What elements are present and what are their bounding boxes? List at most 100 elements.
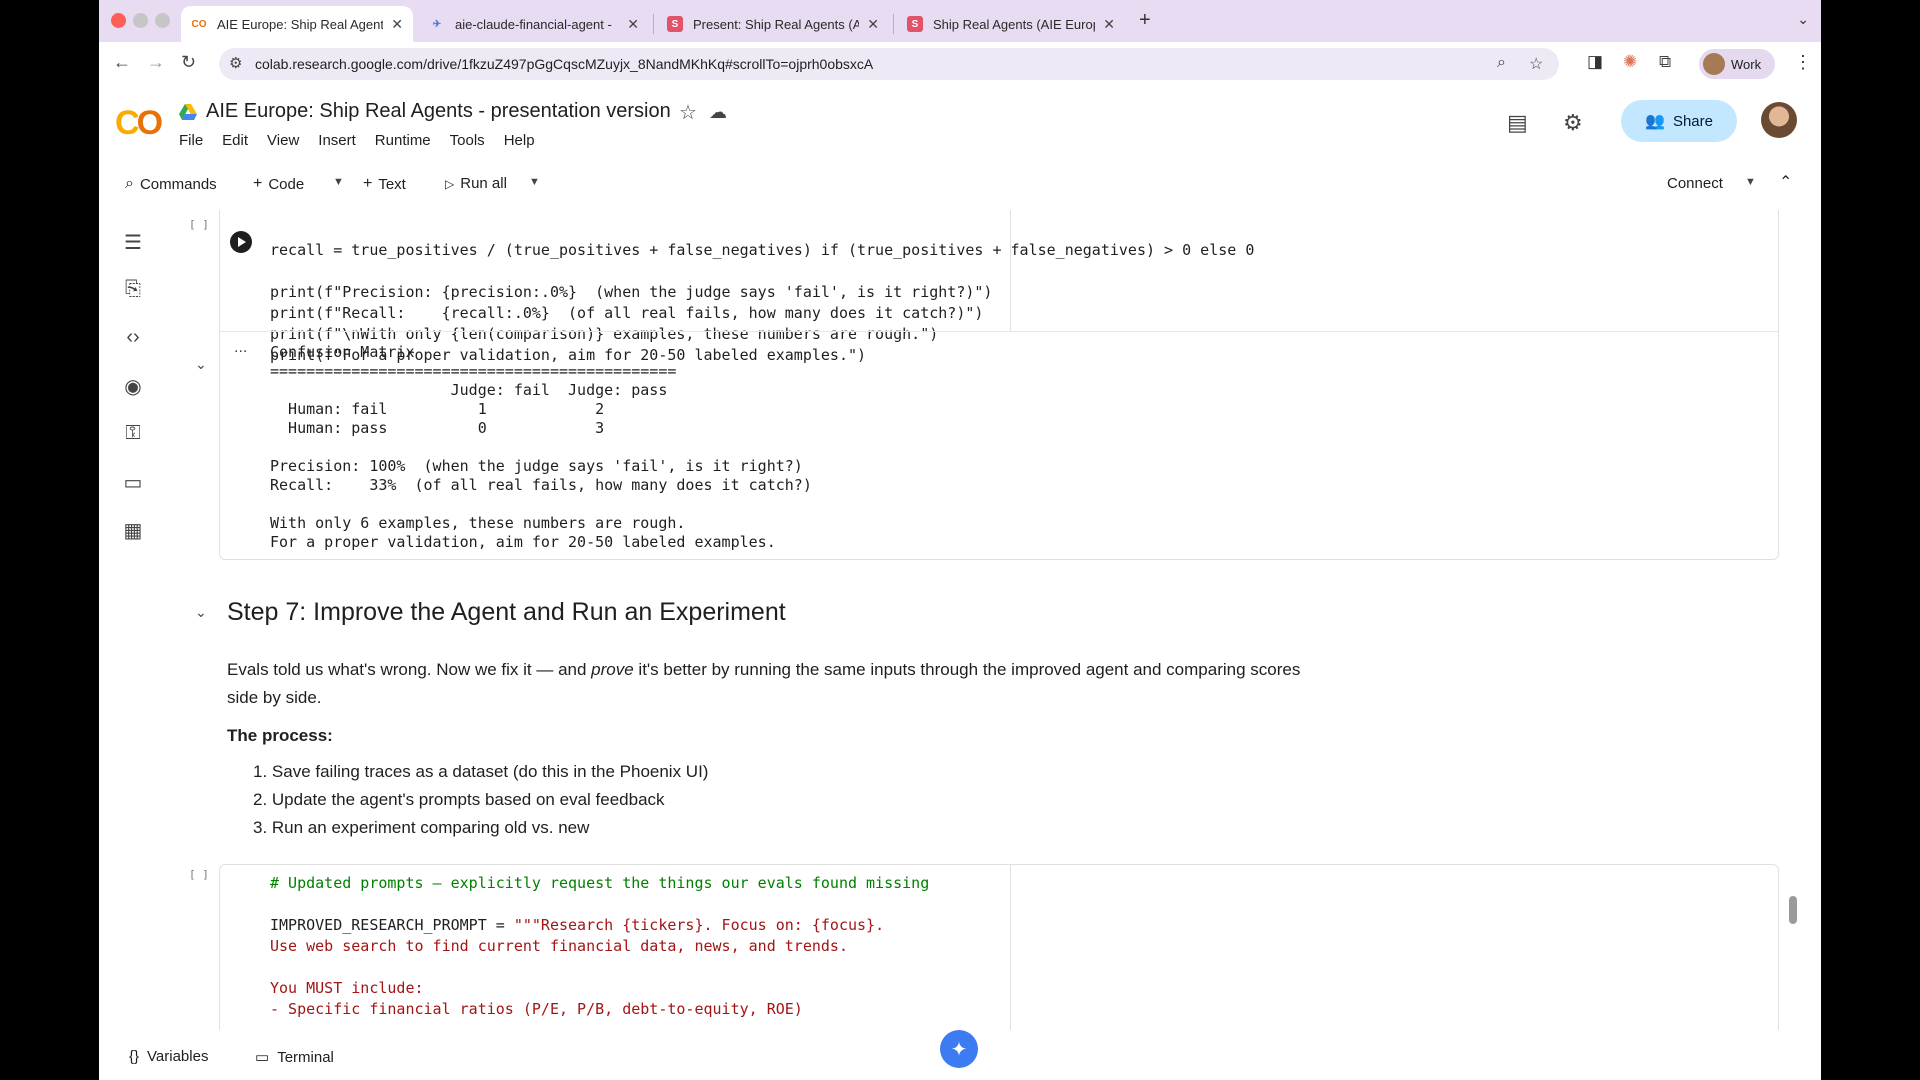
- account-avatar[interactable]: [1761, 102, 1797, 138]
- add-code-button[interactable]: + Code: [253, 175, 304, 193]
- table-of-contents-icon[interactable]: ☰: [121, 230, 145, 254]
- menu-view[interactable]: View: [267, 132, 299, 149]
- claude-extension-icon[interactable]: ✺: [1623, 52, 1637, 72]
- run-all-label: Run all: [460, 175, 507, 192]
- tab-title: Present: Ship Real Agents (A: [693, 16, 860, 32]
- run-all-dropdown-caret-icon[interactable]: ▼: [529, 176, 540, 188]
- editor-ruler: [1010, 210, 1011, 331]
- connect-dropdown-caret-icon[interactable]: ▼: [1745, 176, 1756, 188]
- tab-github[interactable]: ✈ aie-claude-financial-agent - ✕: [419, 6, 649, 42]
- menu-insert[interactable]: Insert: [318, 132, 356, 149]
- collapse-output-chevron-icon[interactable]: ⌄: [195, 356, 207, 373]
- new-tab-icon[interactable]: +: [1139, 9, 1151, 32]
- url-text: colab.research.google.com/drive/1fkzuZ49…: [255, 56, 874, 72]
- close-window-button[interactable]: [111, 13, 126, 28]
- section-heading: Step 7: Improve the Agent and Run an Exp…: [227, 598, 786, 626]
- code-dropdown-caret-icon[interactable]: ▼: [333, 176, 344, 188]
- cell-execution-count: [ ]: [189, 218, 209, 231]
- cloud-saved-icon[interactable]: ☁: [709, 102, 727, 123]
- colab-favicon-icon: CO: [191, 18, 207, 30]
- close-tab-icon[interactable]: ✕: [391, 16, 403, 33]
- letterbox-right: [1821, 0, 1920, 1080]
- menu-tools[interactable]: Tools: [450, 132, 485, 149]
- notebook-area: [ ] recall = true_positives / (true_posi…: [159, 210, 1821, 1030]
- tab-colab[interactable]: CO AIE Europe: Ship Real Agents ✕: [181, 6, 413, 42]
- add-text-button[interactable]: + Text: [363, 175, 406, 193]
- tab-slides[interactable]: S Ship Real Agents (AIE Europe ✕: [897, 6, 1125, 42]
- notebook-title[interactable]: AIE Europe: Ship Real Agents - presentat…: [206, 100, 671, 123]
- site-settings-icon[interactable]: ⚙: [229, 54, 242, 72]
- code-label: Code: [268, 175, 305, 193]
- code-cell-precision-recall[interactable]: recall = true_positives / (true_positive…: [219, 210, 1779, 560]
- output-actions-ellipsis[interactable]: ...: [234, 339, 247, 357]
- code-variable: IMPROVED_RESEARCH_PROMPT: [270, 916, 487, 934]
- data-table-icon[interactable]: ▦: [121, 518, 145, 542]
- variables-button[interactable]: {} Variables: [129, 1048, 208, 1065]
- close-tab-icon[interactable]: ✕: [1103, 16, 1115, 33]
- profile-chip[interactable]: Work: [1699, 49, 1775, 79]
- zoom-icon[interactable]: ⌕: [1497, 54, 1506, 72]
- browser-menu-icon[interactable]: ⋮: [1794, 52, 1812, 73]
- drive-icon[interactable]: [179, 104, 197, 120]
- code-line: print(f"Precision: {precision:.0%} (when…: [270, 283, 993, 301]
- tab-search-chevron-icon[interactable]: ⌄: [1797, 11, 1809, 28]
- forward-arrow-icon[interactable]: →: [147, 52, 165, 73]
- minimize-window-button[interactable]: [133, 13, 148, 28]
- settings-gear-icon[interactable]: ⚙: [1563, 110, 1583, 136]
- code-string: Use web search to find current financial…: [270, 937, 848, 955]
- tab-title: aie-claude-financial-agent -: [455, 16, 612, 32]
- tab-title: AIE Europe: Ship Real Agents: [217, 16, 384, 32]
- profile-label: Work: [1731, 56, 1762, 72]
- maximize-window-button[interactable]: [155, 13, 170, 28]
- tab-title: Ship Real Agents (AIE Europe: [933, 16, 1096, 32]
- files-folder-icon[interactable]: ▭: [121, 470, 145, 494]
- commands-button[interactable]: ⌕ Commands: [125, 175, 217, 193]
- terminal-button[interactable]: ▭ Terminal: [255, 1048, 334, 1067]
- screen: CO AIE Europe: Ship Real Agents ✕ ✈ aie-…: [0, 0, 1920, 1080]
- secrets-key-icon[interactable]: ⚿: [121, 422, 145, 446]
- terminal-icon: ▭: [255, 1049, 270, 1066]
- star-icon[interactable]: ☆: [679, 100, 697, 125]
- menu-file[interactable]: File: [179, 132, 203, 149]
- run-cell-button[interactable]: [230, 231, 252, 253]
- extension-shield-icon[interactable]: ◨: [1587, 52, 1603, 72]
- bookmark-star-icon[interactable]: ☆: [1529, 54, 1543, 74]
- share-button[interactable]: 👥 Share: [1621, 100, 1737, 142]
- extensions-puzzle-icon[interactable]: ⧉: [1659, 52, 1671, 72]
- address-bar[interactable]: ⚙ colab.research.google.com/drive/1fkzuZ…: [219, 48, 1559, 80]
- close-tab-icon[interactable]: ✕: [867, 16, 879, 33]
- find-replace-icon[interactable]: ⎘: [121, 278, 145, 302]
- colab-header: CO AIE Europe: Ship Real Agents - presen…: [99, 86, 1821, 210]
- text-label: Text: [378, 175, 406, 193]
- connect-button[interactable]: Connect: [1667, 175, 1723, 192]
- tab-slides-present[interactable]: S Present: Ship Real Agents (A ✕: [657, 6, 889, 42]
- code-line: print(f"Recall: {recall:.0%} (of all rea…: [270, 304, 984, 322]
- gemini-spark-icon[interactable]: ✦: [940, 1030, 978, 1068]
- code-operator: =: [486, 916, 514, 934]
- back-arrow-icon[interactable]: ←: [113, 52, 131, 73]
- colab-logo[interactable]: CO: [115, 104, 163, 143]
- menu-runtime[interactable]: Runtime: [375, 132, 431, 149]
- comment-icon[interactable]: ▤: [1507, 110, 1528, 136]
- code-line: recall = true_positives / (true_positive…: [270, 241, 1255, 259]
- process-label: The process:: [227, 726, 333, 745]
- menu-help[interactable]: Help: [504, 132, 535, 149]
- output-divider: [220, 331, 1778, 332]
- variables-label: Variables: [147, 1048, 209, 1065]
- menu-edit[interactable]: Edit: [222, 132, 248, 149]
- variables-inspector-icon[interactable]: ◉: [121, 374, 145, 398]
- side-rail: ☰ ⎘ ‹› ◉ ⚿ ▭ ▦: [99, 210, 159, 1040]
- code-snippets-icon[interactable]: ‹›: [121, 326, 145, 350]
- reload-icon[interactable]: ↻: [181, 52, 196, 73]
- collapse-section-chevron-icon[interactable]: ⌄: [195, 604, 207, 621]
- paragraph-emphasis: prove: [591, 660, 634, 679]
- code-editor[interactable]: # Updated prompts — explicitly request t…: [270, 873, 929, 1020]
- code-cell-improved-prompts[interactable]: # Updated prompts — explicitly request t…: [219, 864, 1779, 1030]
- editor-ruler: [1010, 865, 1011, 1030]
- notebook-scrollbar[interactable]: [1789, 896, 1797, 924]
- code-comment: # Updated prompts — explicitly request t…: [270, 874, 930, 892]
- collapse-header-chevron-icon[interactable]: ⌃: [1779, 172, 1792, 192]
- close-tab-icon[interactable]: ✕: [627, 16, 639, 33]
- run-all-button[interactable]: ▷ Run all: [445, 175, 507, 192]
- play-icon: ▷: [445, 176, 455, 191]
